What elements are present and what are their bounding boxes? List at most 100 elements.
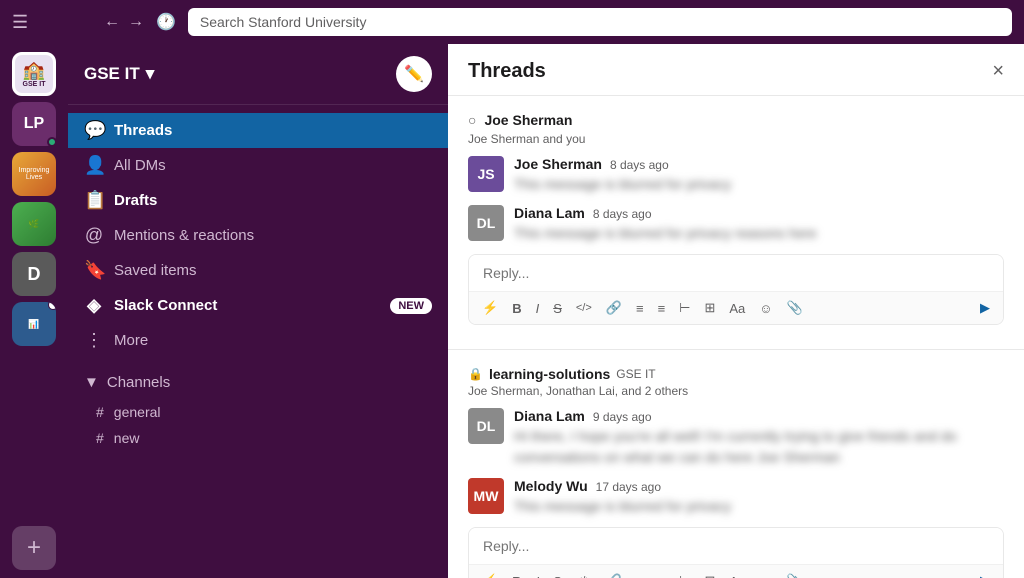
threads-label: Threads: [114, 122, 172, 139]
back-arrow-icon[interactable]: ←: [104, 13, 120, 31]
emoji-btn-2[interactable]: ☺: [756, 572, 775, 578]
bold-btn-2[interactable]: B: [509, 572, 524, 578]
thread-channel-header-2: 🔒 learning-solutions GSE IT: [468, 366, 1004, 382]
channel-item-general[interactable]: # general: [68, 399, 448, 425]
strike-btn-2[interactable]: S: [550, 572, 565, 578]
message-time-1: 8 days ago: [610, 158, 669, 172]
notification-badge: [48, 302, 56, 310]
mentions-icon: @: [84, 225, 104, 246]
send-btn-2[interactable]: ▶: [977, 571, 993, 578]
more-icon: ⋮: [84, 330, 104, 351]
sidebar-item-all-dms[interactable]: 👤 All DMs: [68, 148, 448, 183]
code-btn-1[interactable]: </>: [573, 300, 595, 316]
workspace-blue[interactable]: 📊: [12, 302, 56, 346]
sidebar-item-threads[interactable]: 💬 Threads: [68, 113, 448, 148]
font-size-btn-2[interactable]: Aa: [726, 572, 748, 578]
sidebar-item-mentions[interactable]: @ Mentions & reactions: [68, 218, 448, 253]
avatar-joe-sherman: JS: [468, 156, 504, 192]
nav-items: 💬 Threads 👤 All DMs 📋 Drafts @ Mentions …: [68, 105, 448, 366]
message-content-1: Joe Sherman 8 days ago This message is b…: [514, 156, 1004, 195]
close-threads-button[interactable]: ×: [992, 60, 1004, 83]
avatar-diana-lam-1: DL: [468, 205, 504, 241]
message-content-4: Melody Wu 17 days ago This message is bl…: [514, 478, 1004, 517]
edit-icon: ✏️: [404, 64, 424, 84]
threads-panel: Threads × ○ Joe Sherman Joe Sherman and …: [448, 44, 1024, 578]
workspace-improving-lives[interactable]: Improving Lives: [12, 152, 56, 196]
avatar-diana-lam-2: DL: [468, 408, 504, 444]
indent-btn-2[interactable]: ⊢: [676, 571, 693, 578]
message-author-3: Diana Lam: [514, 408, 585, 424]
message-author-4: Melody Wu: [514, 478, 588, 494]
thread-group-subtitle-2: Joe Sherman, Jonathan Lai, and 2 others: [468, 384, 1004, 398]
reply-box-1: ⚡ B I S </> 🔗 ≡ ≡ ⊢ ⊞ Aa ☺ 📎 ▶: [468, 254, 1004, 325]
list-unordered-btn-1[interactable]: ≡: [655, 299, 669, 318]
forward-arrow-icon[interactable]: →: [128, 13, 144, 31]
workspace-tag-2: GSE IT: [616, 367, 655, 381]
sidebar-item-drafts[interactable]: 📋 Drafts: [68, 183, 448, 218]
list-ordered-btn-1[interactable]: ≡: [633, 299, 647, 318]
list-ordered-btn-2[interactable]: ≡: [633, 572, 647, 578]
all-dms-icon: 👤: [84, 155, 104, 176]
italic-btn-1[interactable]: I: [533, 299, 543, 318]
sidebar-item-slack-connect[interactable]: ◈ Slack Connect NEW: [68, 288, 448, 323]
slack-connect-icon: ◈: [84, 295, 104, 316]
reply-input-2[interactable]: [469, 528, 1003, 564]
threads-content: ○ Joe Sherman Joe Sherman and you JS Joe…: [448, 96, 1024, 578]
italic-btn-2[interactable]: I: [533, 572, 543, 578]
sidebar-item-more[interactable]: ⋮ More: [68, 323, 448, 358]
bold-btn-1[interactable]: B: [509, 299, 524, 318]
workspace-header: GSE IT ▾ ✏️: [68, 44, 448, 105]
main-area: 🏫 GSE IT LP Improving Lives 🌿 D 📊 + GSE …: [0, 44, 1024, 578]
history-icon[interactable]: 🕐: [156, 12, 176, 32]
all-dms-label: All DMs: [114, 157, 166, 174]
lightning-btn-1[interactable]: ⚡: [479, 298, 501, 318]
lightning-btn-2[interactable]: ⚡: [479, 571, 501, 578]
link-btn-2[interactable]: 🔗: [603, 571, 625, 578]
sidebar-item-saved[interactable]: 🔖 Saved items: [68, 253, 448, 288]
workspace-d[interactable]: D: [12, 252, 56, 296]
message-header-4: Melody Wu 17 days ago: [514, 478, 1004, 494]
hash-icon: #: [96, 404, 104, 420]
font-size-btn-1[interactable]: Aa: [726, 299, 748, 318]
online-status-dot: [47, 137, 57, 147]
hash-icon-2: #: [96, 430, 104, 446]
search-bar[interactable]: Search Stanford University: [188, 8, 1012, 36]
thread-message-1: JS Joe Sherman 8 days ago This message i…: [468, 156, 1004, 195]
compose-button[interactable]: ✏️: [396, 56, 432, 92]
workspace-corp[interactable]: 🌿: [12, 202, 56, 246]
menu-icon[interactable]: ☰: [12, 12, 28, 33]
list-unordered-btn-2[interactable]: ≡: [655, 572, 669, 578]
channel-new-name: new: [114, 430, 140, 446]
channel-item-new[interactable]: # new: [68, 425, 448, 451]
threads-panel-header: Threads ×: [448, 44, 1024, 96]
channels-section-header[interactable]: ▼ Channels: [68, 366, 448, 399]
send-btn-1[interactable]: ▶: [977, 298, 993, 318]
workspace-gse-it[interactable]: 🏫 GSE IT: [12, 52, 56, 96]
drafts-icon: 📋: [84, 190, 104, 211]
topbar-left: ☰: [12, 12, 92, 33]
thread-group-title-1: Joe Sherman: [484, 112, 572, 128]
slack-connect-label: Slack Connect: [114, 297, 217, 314]
message-time-2: 8 days ago: [593, 207, 652, 221]
code-btn-2[interactable]: </>: [573, 573, 595, 578]
message-text-1: This message is blurred for privacy: [514, 174, 1004, 195]
attachment-btn-1[interactable]: 📎: [784, 298, 806, 318]
message-content-2: Diana Lam 8 days ago This message is blu…: [514, 205, 1004, 244]
workspace-lp[interactable]: LP: [12, 102, 56, 146]
message-time-3: 9 days ago: [593, 410, 652, 424]
thread-message-2: DL Diana Lam 8 days ago This message is …: [468, 205, 1004, 244]
emoji-btn-1[interactable]: ☺: [756, 299, 775, 318]
workspace-name[interactable]: GSE IT ▾: [84, 64, 154, 84]
strike-btn-1[interactable]: S: [550, 299, 565, 318]
workspace-sidebar: 🏫 GSE IT LP Improving Lives 🌿 D 📊 +: [0, 44, 68, 578]
link-btn-1[interactable]: 🔗: [603, 298, 625, 318]
reply-input-1[interactable]: [469, 255, 1003, 291]
attachment-btn-2[interactable]: 📎: [784, 571, 806, 578]
channel-sidebar: GSE IT ▾ ✏️ 💬 Threads 👤 All DMs 📋 Drafts: [68, 44, 448, 578]
table-btn-2[interactable]: ⊞: [701, 571, 718, 578]
thread-group-learning-solutions: 🔒 learning-solutions GSE IT Joe Sherman,…: [448, 350, 1024, 578]
search-placeholder: Search Stanford University: [200, 14, 367, 30]
table-btn-1[interactable]: ⊞: [701, 298, 718, 318]
indent-btn-1[interactable]: ⊢: [676, 298, 693, 318]
add-workspace-button[interactable]: +: [12, 526, 56, 570]
